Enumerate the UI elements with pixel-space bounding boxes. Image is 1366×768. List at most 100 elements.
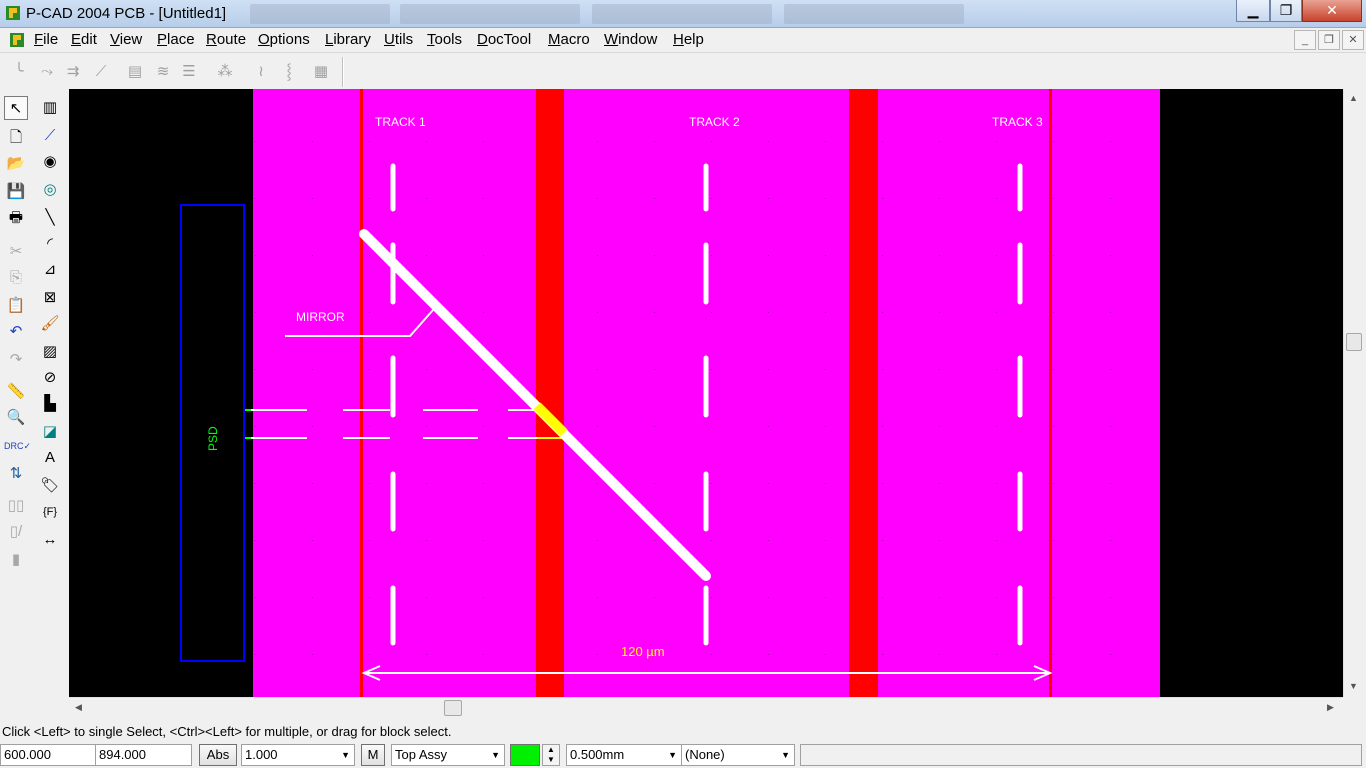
toolbar-separator: [342, 57, 344, 87]
route-via-icon[interactable]: ⁂: [214, 61, 236, 83]
menu-file[interactable]: File: [34, 31, 58, 48]
place-point-icon[interactable]: ◪: [38, 420, 62, 444]
select-arrow-icon[interactable]: ↖: [4, 96, 28, 120]
window-minimize-button[interactable]: ▁: [1236, 0, 1270, 22]
status-message: Click <Left> to single Select, <Ctrl><Le…: [2, 724, 452, 739]
background-window-ghost: [250, 4, 390, 24]
track-2-3-separator: [849, 89, 878, 697]
menu-doctool[interactable]: DocTool: [477, 31, 531, 48]
background-window-ghost: [784, 4, 964, 24]
place-field-icon[interactable]: {F}: [38, 500, 62, 524]
menu-view[interactable]: View: [110, 31, 142, 48]
place-pad-icon[interactable]: ◉: [38, 150, 62, 174]
save-disk-icon[interactable]: 💾: [4, 180, 28, 204]
menu-macro[interactable]: Macro: [548, 31, 590, 48]
route-interactive-icon[interactable]: ⤳: [36, 61, 58, 83]
scroll-up-icon[interactable]: ▲: [1349, 93, 1358, 103]
layer-value: Top Assy: [395, 747, 448, 762]
redo-icon[interactable]: ↷: [4, 348, 28, 372]
window-restore-button[interactable]: ❐: [1270, 0, 1302, 22]
new-document-icon[interactable]: 🗋: [4, 126, 28, 150]
layer-spinner[interactable]: ▲ ▼: [542, 744, 560, 766]
route-fanout-icon[interactable]: ≋: [152, 61, 174, 83]
layer-color-swatch[interactable]: [510, 744, 540, 766]
menu-route[interactable]: Route: [206, 31, 246, 48]
place-cutout-icon[interactable]: ⊠: [38, 286, 62, 310]
mdi-restore-button[interactable]: ❐: [1318, 30, 1340, 50]
layer-dropdown[interactable]: Top Assy ▼: [391, 744, 505, 766]
route-manual-icon[interactable]: ╰: [8, 61, 30, 83]
route-diff-icon[interactable]: ⸾: [278, 61, 300, 83]
menu-tools[interactable]: Tools: [427, 31, 462, 48]
window-close-button[interactable]: ✕: [1302, 0, 1362, 22]
chevron-down-icon: ▼: [491, 750, 500, 760]
menu-place[interactable]: Place: [157, 31, 195, 48]
route-push-icon[interactable]: ☰: [178, 61, 200, 83]
pad-diagonal-icon[interactable]: ▯/: [4, 520, 28, 544]
chevron-down-icon: ▼: [781, 750, 790, 760]
place-arc-icon[interactable]: ◜: [38, 232, 62, 256]
scroll-down-icon[interactable]: ▼: [1349, 681, 1358, 691]
route-tune-icon[interactable]: ≀: [250, 61, 272, 83]
route-bus-icon[interactable]: ▤: [124, 61, 146, 83]
chevron-down-icon: ▼: [341, 750, 350, 760]
place-copper-pour-icon[interactable]: 🖌: [38, 312, 62, 336]
paste-icon[interactable]: 📋: [4, 294, 28, 318]
place-via-icon[interactable]: ◎: [38, 178, 62, 202]
mdi-minimize-button[interactable]: _: [1294, 30, 1316, 50]
menu-edit[interactable]: Edit: [71, 31, 97, 48]
place-text-icon[interactable]: A: [38, 446, 62, 470]
place-attribute-icon[interactable]: 🏷: [38, 474, 62, 498]
horizontal-scroll-thumb[interactable]: [444, 700, 462, 716]
ruler-icon[interactable]: 📏: [4, 380, 28, 404]
x-coordinate-field[interactable]: 600.000: [0, 744, 96, 766]
component-icon[interactable]: ▮: [4, 548, 28, 572]
status-bar: 600.000 894.000 Abs 1.000 ▼ M Top Assy ▼…: [0, 742, 1366, 768]
line-width-dropdown[interactable]: 0.500mm ▼: [566, 744, 682, 766]
cut-scissors-icon[interactable]: ✂: [4, 240, 28, 264]
scroll-right-icon[interactable]: ▶: [1327, 702, 1334, 713]
route-multi-icon[interactable]: ⇉: [62, 61, 84, 83]
document-icon[interactable]: [8, 31, 26, 49]
mirror-label: MIRROR: [296, 310, 345, 324]
place-dimension-icon[interactable]: ↔: [38, 528, 62, 552]
menu-utils[interactable]: Utils: [384, 31, 413, 48]
y-coordinate-field[interactable]: 894.000: [95, 744, 192, 766]
vertical-scroll-thumb[interactable]: [1346, 333, 1362, 351]
vertical-scrollbar[interactable]: ▲ ▼: [1343, 89, 1363, 697]
place-keepout-icon[interactable]: ⊘: [38, 366, 62, 390]
place-component-icon[interactable]: ▥: [38, 96, 62, 120]
title-bar: P-CAD 2004 PCB - [Untitled1] ▁ ❐ ✕: [0, 0, 1366, 28]
net-dropdown[interactable]: (None) ▼: [681, 744, 795, 766]
place-room-icon[interactable]: ▙: [38, 392, 62, 416]
menu-window[interactable]: Window: [604, 31, 657, 48]
mdi-close-button[interactable]: ✕: [1342, 30, 1364, 50]
route-autoroute-icon[interactable]: ▦: [310, 61, 332, 83]
undo-icon[interactable]: ↶: [4, 320, 28, 344]
chevron-down-icon: ▼: [668, 750, 677, 760]
pcb-workspace[interactable]: TRACK 1 TRACK 2 TRACK 3 PSD MIRROR 120 µ…: [69, 89, 1366, 719]
menu-help[interactable]: Help: [673, 31, 704, 48]
m-button[interactable]: M: [361, 744, 385, 766]
pcb-canvas[interactable]: TRACK 1 TRACK 2 TRACK 3 PSD MIRROR 120 µ…: [69, 89, 1343, 697]
open-folder-icon[interactable]: 📂: [4, 152, 28, 176]
background-window-ghost: [592, 4, 772, 24]
pad-pair-icon[interactable]: ▯▯: [4, 494, 28, 518]
drc-check-icon[interactable]: DRC✓: [4, 434, 31, 458]
menu-options[interactable]: Options: [258, 31, 310, 48]
place-plane-icon[interactable]: ▨: [38, 340, 62, 364]
menu-library[interactable]: Library: [325, 31, 371, 48]
copy-icon[interactable]: ⎘: [4, 266, 28, 290]
zoom-magnifier-icon[interactable]: 🔍: [4, 406, 28, 430]
swap-icon[interactable]: ⇅: [4, 462, 28, 486]
place-connection-icon[interactable]: ⟋: [38, 124, 62, 148]
scroll-left-icon[interactable]: ◀: [75, 702, 82, 713]
menu-bar: File Edit View Place Route Options Libra…: [0, 28, 1366, 52]
print-icon[interactable]: 🖶: [4, 206, 28, 230]
place-line-icon[interactable]: ╲: [38, 206, 62, 230]
route-miter-icon[interactable]: ⟋: [90, 61, 112, 83]
place-polygon-icon[interactable]: ⊿: [38, 258, 62, 282]
abs-button[interactable]: Abs: [199, 744, 237, 766]
horizontal-scrollbar[interactable]: ◀ ▶: [69, 697, 1343, 717]
zoom-dropdown[interactable]: 1.000 ▼: [241, 744, 355, 766]
